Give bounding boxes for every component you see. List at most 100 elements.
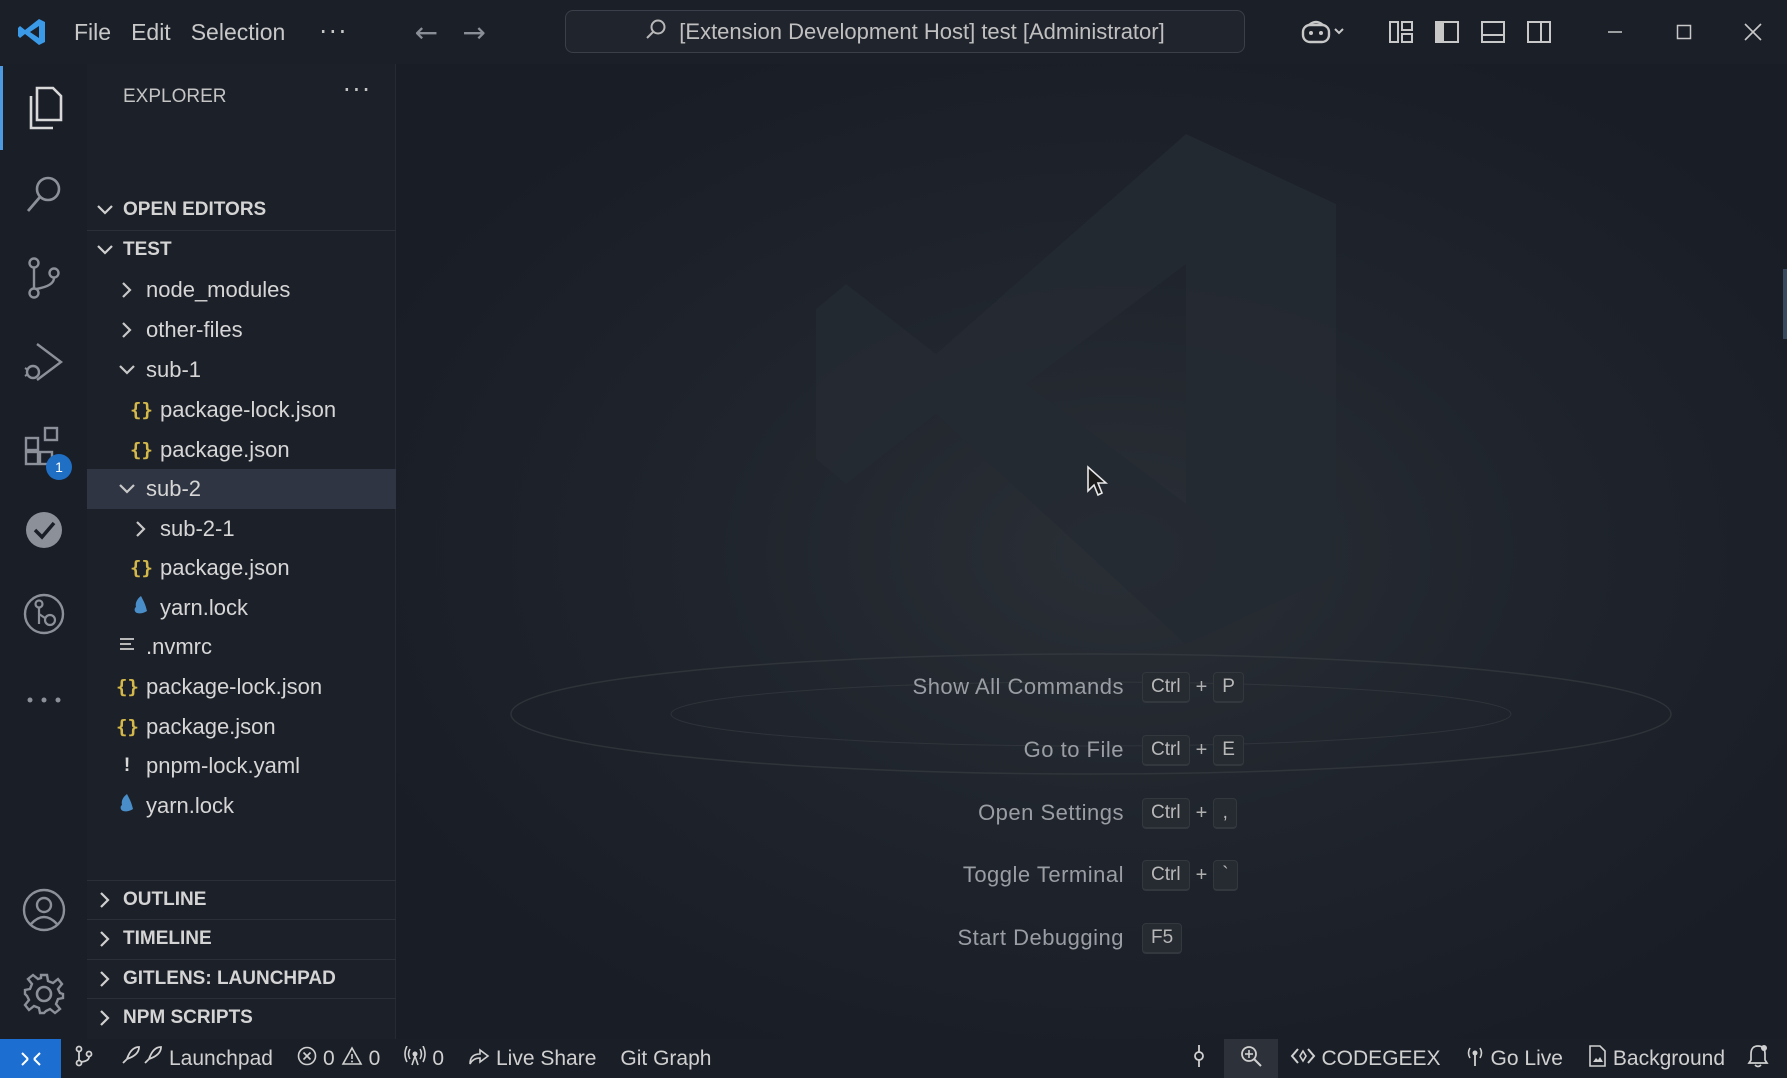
codegeex-status[interactable]: CODEGEEX <box>1278 1039 1453 1078</box>
codegeex-label: CODEGEEX <box>1321 1046 1441 1070</box>
section-label: OUTLINE <box>123 888 207 910</box>
tree-item-label: yarn.lock <box>146 793 235 818</box>
tree-item-pnpm-lock[interactable]: ! pnpm-lock.yaml <box>87 746 396 786</box>
editor-area[interactable]: Show All Commands Ctrl + P Go to File Ct… <box>396 64 1787 1039</box>
settings-gear-icon[interactable] <box>0 952 87 1036</box>
section-open-editors[interactable]: OPEN EDITORS <box>87 191 396 229</box>
shortcut-start-debugging[interactable]: Start Debugging F5 <box>396 918 1183 958</box>
notifications-status[interactable] <box>1737 1039 1787 1078</box>
explorer-icon[interactable] <box>0 66 87 150</box>
tree-item-sub-1-package-lock[interactable]: {} package-lock.json <box>87 390 396 430</box>
git-graph-status[interactable]: Git Graph <box>608 1039 723 1078</box>
section-test-folder[interactable]: TEST <box>87 230 396 268</box>
tree-item-sub-1[interactable]: sub-1 <box>87 350 396 390</box>
tree-item-sub-1-package-json[interactable]: {} package.json <box>87 430 396 470</box>
background-label: Background <box>1612 1046 1725 1070</box>
sidebar-title: EXPLORER <box>123 86 227 107</box>
yarn-file-icon <box>116 793 138 819</box>
tree-item-label: package.json <box>160 437 290 462</box>
sidebar-more-icon[interactable]: ··· <box>343 76 372 104</box>
more-views-icon[interactable] <box>0 658 87 742</box>
background-status[interactable]: Background <box>1575 1039 1737 1078</box>
tree-item-sub-2[interactable]: sub-2 <box>87 469 396 509</box>
gitlens-icon[interactable] <box>0 572 87 656</box>
problems-status[interactable]: 0 0 <box>285 1039 392 1078</box>
key-cap: Ctrl <box>1142 797 1190 829</box>
tree-item-node-modules[interactable]: node_modules <box>87 270 396 310</box>
menu-file[interactable]: File <box>64 0 121 64</box>
bell-icon <box>1747 1044 1769 1074</box>
search-icon <box>645 18 667 46</box>
ports-status[interactable]: 0 <box>392 1039 456 1078</box>
menu-edit[interactable]: Edit <box>121 0 181 64</box>
section-label: NPM SCRIPTS <box>123 1006 253 1028</box>
tree-item-label: sub-1 <box>146 357 202 382</box>
live-share-status[interactable]: Live Share <box>456 1039 608 1078</box>
tree-item-other-files[interactable]: other-files <box>87 310 396 350</box>
rocket-icon <box>119 1045 163 1073</box>
search-icon[interactable] <box>0 152 87 236</box>
copilot-icon[interactable] <box>1288 0 1358 64</box>
go-live-label: Go Live <box>1490 1046 1563 1070</box>
back-arrow-icon[interactable]: ← <box>402 16 450 49</box>
minimize-icon[interactable] <box>1580 0 1649 64</box>
shortcut-open-settings[interactable]: Open Settings Ctrl + , <box>396 793 1238 833</box>
chevron-right-icon <box>87 930 123 948</box>
tree-item-package-json[interactable]: {} package.json <box>87 707 396 747</box>
remote-indicator-icon[interactable] <box>0 1039 61 1078</box>
json-file-icon: {} <box>130 557 153 579</box>
source-control-icon[interactable] <box>0 236 87 320</box>
tree-item-label: yarn.lock <box>160 595 249 620</box>
shortcut-toggle-terminal[interactable]: Toggle Terminal Ctrl + ` <box>396 855 1238 895</box>
toggle-secondary-sidebar-icon[interactable] <box>1516 0 1562 64</box>
launchpad-status[interactable]: Launchpad <box>107 1039 285 1078</box>
tree-item-package-lock[interactable]: {} package-lock.json <box>87 667 396 707</box>
section-gitlens-launchpad[interactable]: GITLENS: LAUNCHPAD <box>87 959 396 997</box>
vscode-logo-icon <box>0 0 64 64</box>
chevron-right-icon <box>87 970 123 988</box>
scrollbar-thumb[interactable] <box>1783 269 1787 339</box>
tree-item-label: pnpm-lock.yaml <box>146 753 301 778</box>
command-center[interactable]: [Extension Development Host] test [Admin… <box>565 10 1245 53</box>
ports-count: 0 <box>432 1046 444 1070</box>
tree-item-sub-2-package-json[interactable]: {} package.json <box>87 548 396 588</box>
customize-layout-icon[interactable] <box>1378 0 1424 64</box>
toggle-primary-sidebar-icon[interactable] <box>1424 0 1470 64</box>
menu-more-icon[interactable]: ··· <box>295 18 372 46</box>
maximize-icon[interactable] <box>1649 0 1718 64</box>
shortcut-go-to-file[interactable]: Go to File Ctrl + E <box>396 730 1244 770</box>
tree-item-nvmrc[interactable]: .nvmrc <box>87 627 396 667</box>
git-commit-status[interactable] <box>1174 1039 1224 1078</box>
accounts-icon[interactable] <box>0 868 87 952</box>
close-icon[interactable] <box>1718 0 1787 64</box>
command-center-title: [Extension Development Host] test [Admin… <box>679 18 1165 44</box>
toggle-panel-icon[interactable] <box>1470 0 1516 64</box>
warning-count: 0 <box>368 1046 381 1070</box>
chevron-right-icon <box>116 281 138 299</box>
shortcut-show-all-commands[interactable]: Show All Commands Ctrl + P <box>396 667 1244 707</box>
section-label: OPEN EDITORS <box>123 199 267 220</box>
testing-check-icon[interactable] <box>0 488 87 572</box>
forward-arrow-icon[interactable]: → <box>450 16 498 49</box>
section-npm-scripts[interactable]: NPM SCRIPTS <box>87 998 396 1036</box>
run-debug-icon[interactable] <box>0 320 87 404</box>
tree-item-yarn-lock[interactable]: yarn.lock <box>87 786 396 826</box>
zoom-status[interactable] <box>1223 1039 1278 1078</box>
go-live-status[interactable]: Go Live <box>1453 1039 1575 1078</box>
background-ring-decoration <box>510 653 1672 775</box>
tree-item-sub-2-1[interactable]: sub-2-1 <box>87 509 396 549</box>
chevron-down-icon <box>87 204 123 216</box>
tree-item-sub-2-yarn-lock[interactable]: yarn.lock <box>87 588 396 628</box>
menu-selection[interactable]: Selection <box>181 0 296 64</box>
title-bar: File Edit Selection ··· ← → [Extension D… <box>0 0 1787 64</box>
key-cap: Ctrl <box>1142 859 1190 891</box>
chevron-down-icon <box>87 244 123 256</box>
section-outline[interactable]: OUTLINE <box>87 880 396 918</box>
yaml-file-icon: ! <box>123 755 131 776</box>
gitlens-graph-status[interactable] <box>61 1039 107 1078</box>
section-timeline[interactable]: TIMELINE <box>87 919 396 957</box>
chevron-right-icon <box>87 1009 123 1027</box>
extensions-icon[interactable]: 1 <box>0 404 87 488</box>
key-cap: Ctrl <box>1142 671 1190 703</box>
chevron-right-icon <box>130 520 152 538</box>
